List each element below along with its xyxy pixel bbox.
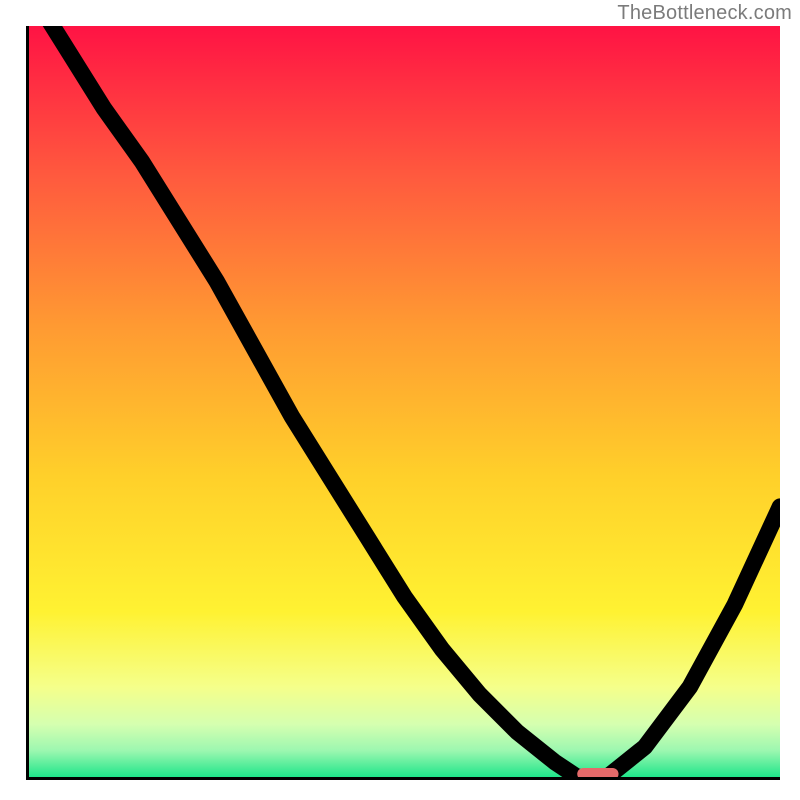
x-axis <box>26 777 780 780</box>
plot-area <box>26 26 780 780</box>
plot-inner <box>29 26 780 777</box>
chart-frame: TheBottleneck.com <box>0 0 800 800</box>
chart-svg <box>29 26 780 777</box>
optimal-marker <box>577 768 618 777</box>
watermark-text: TheBottleneck.com <box>617 2 792 25</box>
gradient-background <box>29 26 780 777</box>
